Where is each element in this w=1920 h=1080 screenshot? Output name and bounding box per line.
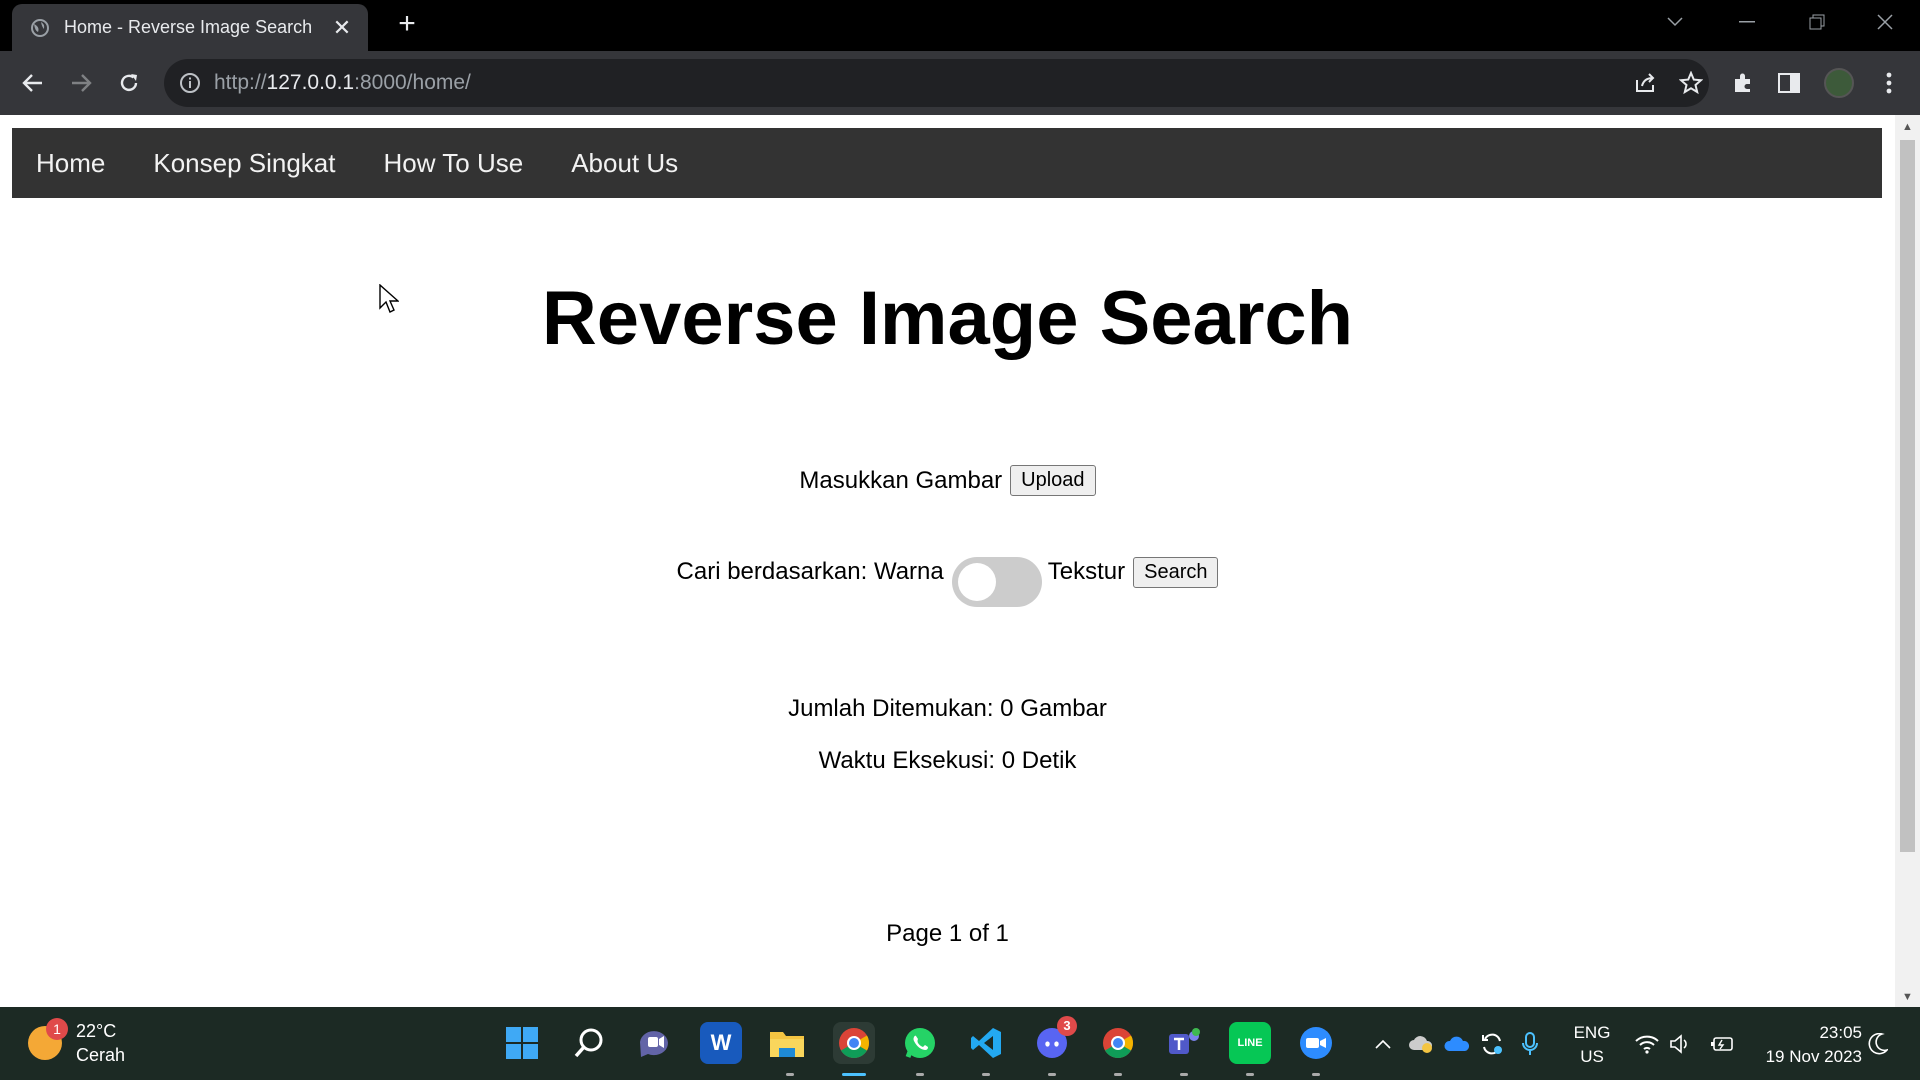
search-button[interactable]: Search [1133, 556, 1219, 588]
nav-konsep-singkat[interactable]: Konsep Singkat [153, 148, 335, 179]
globe-icon [31, 18, 49, 37]
upload-label: Masukkan Gambar [799, 466, 1003, 494]
restore-icon[interactable] [1782, 0, 1852, 44]
tab-title: Home - Reverse Image Search [64, 17, 313, 37]
side-panel-icon[interactable] [1772, 66, 1806, 100]
onedrive-icon[interactable] [1444, 1007, 1474, 1080]
clock-date: 19 Nov 2023 [1765, 1047, 1862, 1066]
nav-home[interactable]: Home [36, 148, 105, 179]
browser-menu-icon[interactable] [1872, 66, 1906, 100]
forward-icon[interactable] [62, 64, 100, 102]
nav-how-to-use[interactable]: How To Use [384, 148, 524, 179]
browser-tab-strip: Home - Reverse Image Search ✕ + [0, 0, 1920, 51]
vscode-icon[interactable] [965, 1022, 1007, 1064]
mouse-cursor-icon [379, 284, 399, 313]
tray-overflow-chevron-icon[interactable] [1375, 1007, 1405, 1080]
weather-temperature: 22°C [76, 1021, 117, 1041]
scroll-thumb[interactable] [1900, 140, 1915, 852]
reload-icon[interactable] [110, 64, 148, 102]
upload-row: Masukkan Gambar Upload [0, 465, 1895, 496]
results-count: Jumlah Ditemukan: 0 Gambar [788, 695, 1107, 722]
search-by-label: Cari berdasarkan: Warna [676, 558, 944, 585]
wifi-icon[interactable] [1635, 1007, 1665, 1080]
line-icon[interactable]: LINE [1229, 1022, 1271, 1064]
volume-icon[interactable] [1669, 1007, 1699, 1080]
address-bar[interactable]: http://127.0.0.1:8000/home/ [164, 59, 1709, 107]
cloud-warning-icon[interactable] [1408, 1007, 1438, 1080]
teams-icon[interactable] [1163, 1022, 1205, 1064]
back-icon[interactable] [14, 64, 52, 102]
chrome-icon[interactable] [833, 1022, 875, 1064]
site-info-icon[interactable] [178, 71, 202, 95]
language-indicator[interactable]: ENG US [1566, 1021, 1618, 1069]
sync-icon[interactable] [1480, 1007, 1510, 1080]
bookmark-star-icon[interactable] [1674, 66, 1708, 100]
chrome-profile-icon[interactable] [1097, 1022, 1139, 1064]
tab-search-icon[interactable] [1640, 0, 1710, 44]
taskbar: 1 22°C Cerah W 3 LINE ENG US 23:05 19 No… [0, 1007, 1920, 1080]
discord-icon[interactable]: 3 [1031, 1016, 1077, 1064]
weather-condition: Cerah [76, 1045, 126, 1065]
execution-time: Waktu Eksekusi: 0 Detik [818, 747, 1077, 774]
discord-notification-badge: 3 [1057, 1016, 1077, 1036]
upload-button[interactable]: Upload [1010, 465, 1096, 496]
pagination-text: Page 1 of 1 [886, 920, 1009, 947]
profile-avatar[interactable] [1822, 66, 1856, 100]
color-texture-toggle[interactable] [951, 557, 1042, 607]
top-navigation: Home Konsep Singkat How To Use About Us [12, 128, 1882, 198]
weather-widget[interactable]: 1 22°C Cerah [28, 1018, 126, 1067]
file-explorer-icon[interactable] [766, 1022, 808, 1064]
page-title: Reverse Image Search [541, 276, 1354, 361]
system-clock[interactable]: 23:05 19 Nov 2023 [1752, 1021, 1862, 1069]
web-page: Home Konsep Singkat How To Use About Us … [0, 115, 1920, 1007]
close-window-icon[interactable] [1850, 0, 1920, 44]
nav-about-us[interactable]: About Us [571, 148, 678, 179]
word-icon[interactable]: W [700, 1022, 742, 1064]
weather-notification-badge: 1 [46, 1018, 68, 1040]
windows-start-icon[interactable] [501, 1022, 543, 1064]
toggle-knob [957, 563, 996, 601]
minimize-icon[interactable] [1712, 0, 1782, 44]
search-mode-row: Cari berdasarkan: Warna Tekstur Search [0, 547, 1895, 607]
share-icon[interactable] [1628, 66, 1662, 100]
weather-sun-icon: 1 [28, 1018, 68, 1060]
scroll-up-arrow-icon[interactable]: ▲ [1895, 117, 1920, 137]
texture-label: Tekstur [1047, 558, 1126, 585]
url-text: http://127.0.0.1:8000/home/ [214, 71, 471, 94]
browser-toolbar: http://127.0.0.1:8000/home/ [0, 51, 1920, 115]
zoom-icon[interactable] [1295, 1022, 1337, 1064]
new-tab-button[interactable]: + [392, 9, 422, 40]
scroll-down-arrow-icon[interactable]: ▼ [1895, 987, 1920, 1007]
clock-time: 23:05 [1819, 1023, 1862, 1042]
page-scrollbar[interactable]: ▲ ▼ [1895, 115, 1920, 1007]
whatsapp-icon[interactable] [899, 1022, 941, 1064]
chat-icon[interactable] [634, 1022, 676, 1064]
extensions-icon[interactable] [1726, 66, 1760, 100]
microphone-icon[interactable] [1522, 1007, 1552, 1080]
focus-moon-icon[interactable] [1868, 1007, 1898, 1080]
battery-icon[interactable] [1710, 1007, 1740, 1080]
search-icon[interactable] [568, 1022, 610, 1064]
tab-close-icon[interactable]: ✕ [330, 15, 354, 41]
browser-tab-active[interactable]: Home - Reverse Image Search ✕ [12, 4, 368, 51]
